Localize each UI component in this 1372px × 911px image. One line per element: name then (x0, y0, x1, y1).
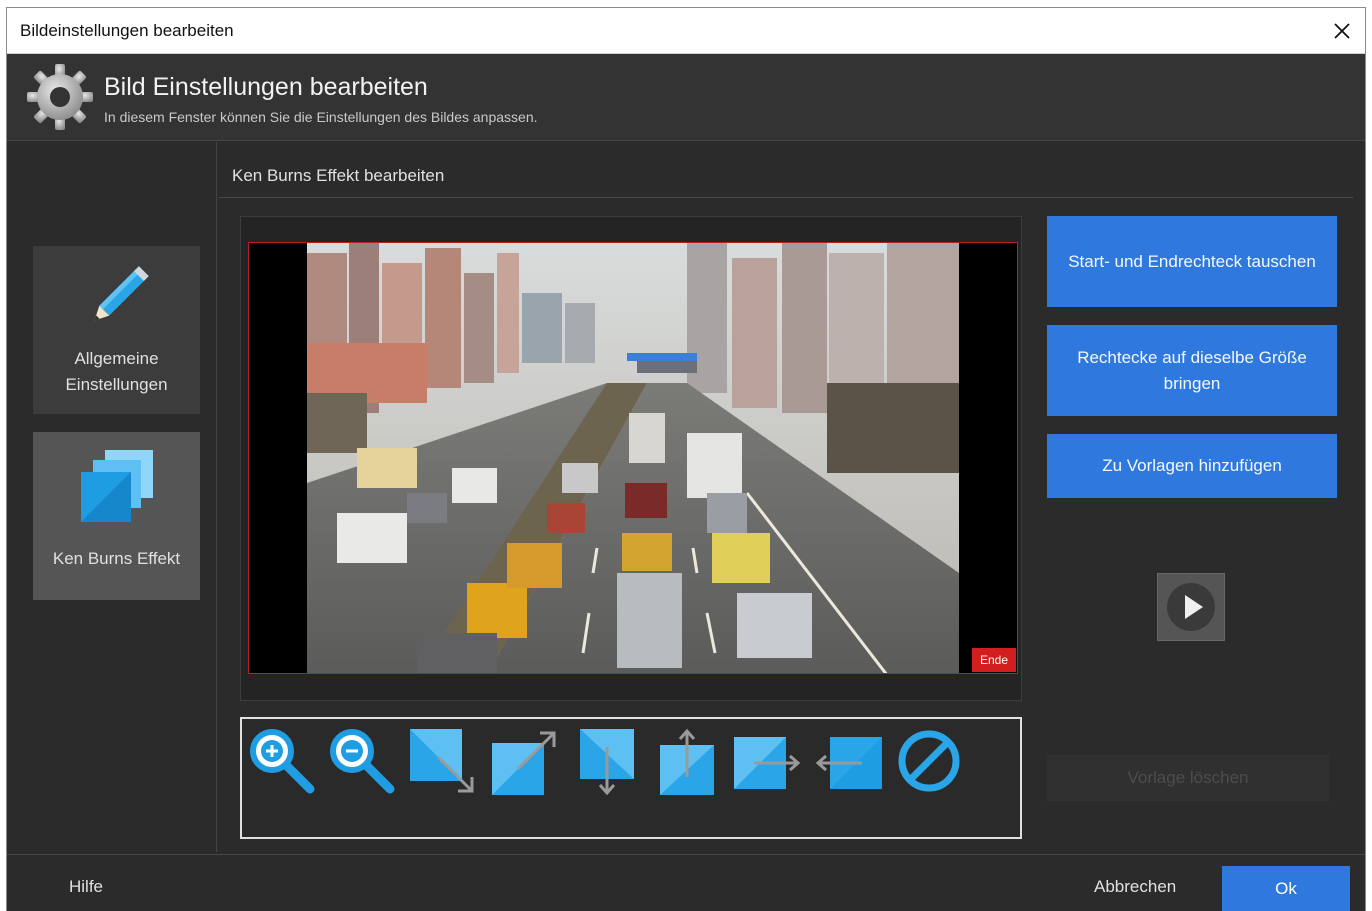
cancel-button[interactable]: Abbrechen (1094, 877, 1176, 897)
sidebar-item-label: Allgemeine Einstellungen (65, 349, 168, 394)
ok-button[interactable]: Ok (1222, 866, 1350, 911)
close-button[interactable] (1319, 8, 1365, 54)
divider (219, 197, 1353, 198)
sidebar-item-ken-burns[interactable]: Ken Burns Effekt (33, 432, 200, 600)
traffic-photo (307, 243, 959, 673)
play-icon (1167, 583, 1215, 631)
content-area: Allgemeine Einstellungen Ken Burns Effek… (7, 142, 1365, 852)
move-left-icon[interactable] (814, 727, 884, 797)
preview-canvas[interactable]: Ende (248, 242, 1018, 674)
close-icon (1334, 23, 1350, 39)
ken-burns-toolbar (240, 717, 1022, 839)
window-title: Bildeinstellungen bearbeiten (20, 21, 234, 40)
expand-up-icon[interactable] (652, 727, 722, 797)
dialog-window: Bildeinstellungen bearbeiten Bild Einste… (6, 7, 1366, 911)
sidebar-item-general-settings[interactable]: Allgemeine Einstellungen (33, 246, 200, 414)
dialog-header: Bild Einstellungen bearbeiten In diesem … (7, 54, 1365, 141)
sidebar-item-label: Ken Burns Effekt (52, 549, 181, 568)
pencil-icon (94, 266, 149, 321)
gear-icon (27, 64, 93, 130)
preview-frame: Ende (240, 216, 1022, 701)
end-marker-label: Ende (971, 648, 1016, 672)
header-title: Bild Einstellungen bearbeiten (104, 73, 428, 101)
delete-template-button: Vorlage löschen (1047, 755, 1329, 801)
reset-icon[interactable] (894, 727, 964, 797)
sidebar: Allgemeine Einstellungen Ken Burns Effek… (7, 142, 217, 852)
zoom-out-icon[interactable] (328, 727, 398, 797)
add-to-templates-button[interactable]: Zu Vorlagen hinzufügen (1047, 434, 1337, 498)
help-button[interactable]: Hilfe (69, 877, 103, 897)
same-size-label: Rechtecke auf dieselbe Größe bringen (1077, 347, 1307, 393)
same-size-button[interactable]: Rechtecke auf dieselbe Größe bringen (1047, 325, 1337, 416)
title-bar: Bildeinstellungen bearbeiten (7, 8, 1365, 54)
move-right-icon[interactable] (732, 727, 802, 797)
dialog-footer: Hilfe Abbrechen Ok (7, 854, 1365, 911)
play-button[interactable] (1157, 573, 1225, 641)
header-subtitle: In diesem Fenster können Sie die Einstel… (104, 109, 538, 125)
expand-down-icon[interactable] (572, 727, 642, 797)
zoom-in-icon[interactable] (248, 727, 318, 797)
swap-rectangles-button[interactable]: Start- und Endrechteck tauschen (1047, 216, 1337, 307)
expand-bottom-right-icon[interactable] (408, 727, 478, 797)
ken-burns-icon (81, 450, 153, 522)
section-title: Ken Burns Effekt bearbeiten (232, 166, 445, 185)
expand-top-right-icon[interactable] (488, 727, 558, 797)
